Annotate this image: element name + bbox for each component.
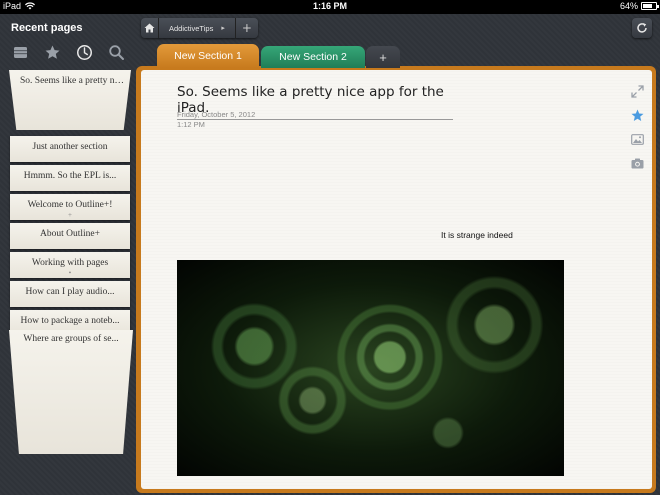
page-toolbar [630, 84, 644, 170]
notebooks-button[interactable] [10, 42, 30, 62]
star-icon [45, 45, 59, 59]
tab-new-section-2[interactable]: New Section 2 [261, 46, 365, 68]
sidebar-title: Recent pages [11, 22, 83, 34]
note-text-box[interactable]: It is strange indeed [441, 230, 513, 240]
recent-page-item[interactable]: So. Seems like a pretty nice app for the… [9, 70, 131, 130]
note-frame: So. Seems like a pretty nice app for the… [136, 66, 656, 493]
recent-page-item[interactable]: Just another section [10, 136, 130, 162]
recent-page-item[interactable]: Working with pages • [10, 252, 130, 278]
image-icon [630, 133, 644, 145]
favorite-page-button[interactable] [630, 108, 644, 122]
recent-page-label: How can I play audio... [25, 287, 115, 297]
recent-page-label: Where are groups of se... [23, 334, 119, 344]
add-section-button[interactable]: + [366, 46, 400, 68]
note-image[interactable] [177, 260, 564, 476]
recent-page-item[interactable]: About Outline+ [10, 223, 130, 249]
recent-page-label: Welcome to Outline+! [27, 200, 113, 210]
recent-page-item[interactable]: Hmmm. So the EPL is... [10, 165, 130, 191]
home-icon [144, 23, 155, 33]
note-page[interactable]: So. Seems like a pretty nice app for the… [141, 70, 652, 489]
recent-page-label: Hmmm. So the EPL is... [23, 171, 117, 181]
recent-page-marker: • [68, 269, 72, 277]
notebooks-icon [13, 46, 27, 58]
search-button[interactable] [106, 42, 126, 62]
status-bar: iPad 1:16 PM 64% [0, 0, 660, 14]
home-button[interactable] [141, 18, 159, 38]
recent-page-label: So. Seems like a pretty nice app for the… [20, 76, 131, 86]
tab-new-section-1[interactable]: New Section 1 [157, 44, 259, 68]
app-window: Recent pages So. Seems like a pretty nic… [0, 14, 660, 495]
recent-button[interactable] [74, 42, 94, 62]
recent-page-marker: + [68, 211, 72, 219]
fullscreen-button[interactable] [630, 84, 644, 98]
note-time: 1:12 PM [177, 120, 205, 129]
breadcrumb: AddictiveTips ▸ + [141, 18, 258, 38]
clock: 1:16 PM [312, 1, 347, 11]
breadcrumb-notebook-label: AddictiveTips [169, 23, 214, 33]
clock-icon [76, 44, 92, 60]
recent-page-item[interactable]: How can I play audio... [10, 281, 130, 307]
note-date: Friday, October 5, 2012 [177, 110, 256, 119]
breadcrumb-notebook[interactable]: AddictiveTips ▸ [159, 18, 236, 38]
search-icon [108, 44, 124, 60]
battery-icon [641, 2, 659, 10]
battery-percent: 64% [619, 1, 638, 11]
recent-page-label: Working with pages [31, 258, 109, 268]
chevron-right-icon: ▸ [221, 25, 225, 32]
recent-page-item[interactable]: Where are groups of se... [9, 330, 133, 454]
recent-page-item[interactable]: Welcome to Outline+! + [10, 194, 130, 220]
star-icon [631, 109, 643, 121]
favorites-button[interactable] [42, 42, 62, 62]
expand-icon [630, 84, 644, 98]
breadcrumb-add-button[interactable]: + [236, 18, 258, 38]
sync-button[interactable] [632, 18, 652, 38]
recent-page-label: How to package a noteb... [20, 316, 120, 326]
refresh-icon [637, 23, 647, 33]
camera-button[interactable] [630, 156, 644, 170]
camera-icon [631, 158, 643, 168]
sidebar: Recent pages So. Seems like a pretty nic… [0, 14, 138, 495]
recent-page-label: About Outline+ [40, 229, 100, 239]
insert-image-button[interactable] [630, 132, 644, 146]
recent-page-label: Just another section [32, 142, 108, 152]
sidebar-toolbar [10, 42, 126, 62]
